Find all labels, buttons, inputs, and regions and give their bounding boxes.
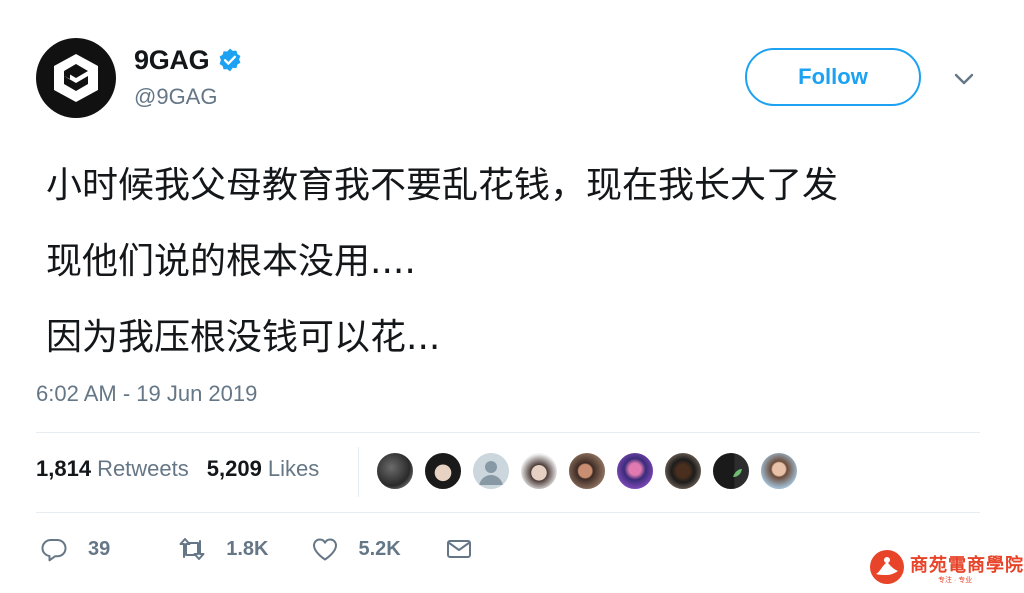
retweets-label: Retweets	[97, 456, 189, 481]
retweet-icon[interactable]	[178, 535, 206, 563]
engagement-stats: 1,814 Retweets 5,209 Likes	[36, 456, 319, 482]
author-avatar[interactable]	[36, 38, 116, 118]
verified-badge-icon	[219, 48, 241, 72]
action-bar: 39 1.8K 5.2K	[40, 535, 473, 563]
reply-icon[interactable]	[40, 535, 68, 563]
divider	[36, 512, 980, 513]
tweet-timestamp[interactable]: 6:02 AM - 19 Jun 2019	[36, 381, 257, 407]
tweet-text-line: 因为我压根没钱可以花...	[46, 317, 441, 358]
watermark-logo-icon	[870, 550, 904, 584]
follow-button[interactable]: Follow	[745, 48, 921, 106]
9gag-logo-icon	[54, 54, 98, 102]
likes-stat[interactable]: 5,209 Likes	[207, 456, 319, 482]
tweet-text-line: 现他们说的根本没用....	[46, 241, 416, 282]
like-action[interactable]: 5.2K	[311, 535, 401, 563]
liker-avatars	[375, 451, 807, 491]
likes-label: Likes	[267, 456, 320, 481]
liker-avatar[interactable]	[519, 451, 559, 491]
envelope-icon[interactable]	[445, 535, 473, 563]
tweet-text: 小时候我父母教育我不要乱花钱，现在我长大了发 现他们说的根本没用.... 因为我…	[46, 148, 966, 376]
reply-action[interactable]: 39	[40, 535, 110, 563]
author-handle[interactable]: @9GAG	[134, 84, 243, 110]
liker-avatar[interactable]	[759, 451, 799, 491]
tweet-text-line: 小时候我父母教育我不要乱花钱，现在我长大了发	[46, 165, 839, 206]
liker-avatar[interactable]	[711, 451, 751, 491]
tweet-card: 9GAG @9GAG Follow 小时候我父母教育我不要乱花钱，现在我长大了发…	[0, 0, 1024, 593]
watermark-subtext: 专注 · 专业	[938, 577, 973, 584]
liker-avatar[interactable]	[663, 451, 703, 491]
divider	[36, 432, 980, 433]
retweets-stat[interactable]: 1,814 Retweets	[36, 456, 189, 482]
retweet-count: 1.8K	[226, 537, 269, 560]
likes-count: 5,209	[206, 456, 262, 481]
like-count: 5.2K	[358, 537, 401, 560]
chevron-down-icon[interactable]	[951, 68, 977, 90]
retweets-count: 1,814	[36, 456, 92, 481]
liker-avatar[interactable]	[471, 451, 511, 491]
divider	[358, 447, 359, 497]
watermark-text: 商苑電商學院	[910, 555, 1024, 576]
author-display-name[interactable]: 9GAG	[134, 45, 210, 76]
retweet-action[interactable]: 1.8K	[178, 535, 269, 563]
direct-message-action[interactable]	[445, 535, 473, 563]
heart-icon[interactable]	[311, 535, 339, 563]
liker-avatar[interactable]	[615, 451, 655, 491]
leaf-icon	[733, 469, 742, 477]
liker-avatar[interactable]	[375, 451, 415, 491]
watermark: 商苑電商學院 专注 · 专业	[868, 548, 1023, 588]
liker-avatar[interactable]	[423, 451, 463, 491]
liker-avatar[interactable]	[567, 451, 607, 491]
author-info: 9GAG @9GAG	[134, 42, 243, 110]
reply-count: 39	[88, 537, 111, 560]
default-user-icon	[479, 461, 503, 485]
